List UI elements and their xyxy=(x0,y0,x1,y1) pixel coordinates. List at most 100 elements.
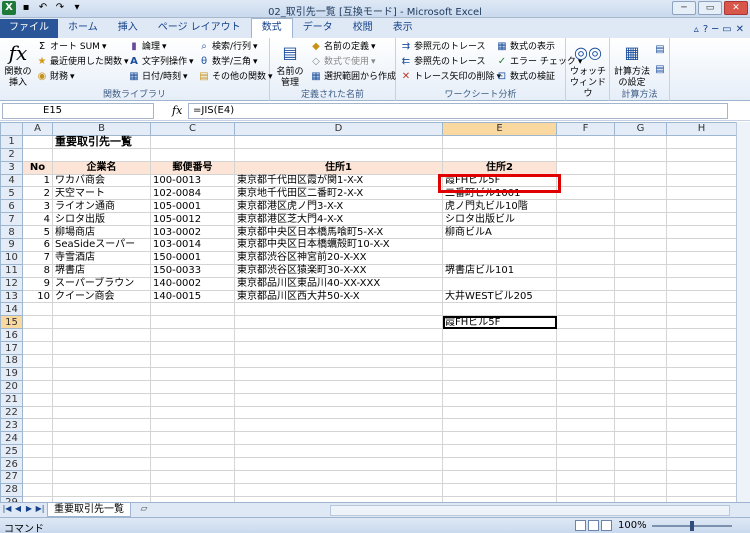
workbook-restore-icon[interactable]: ▭ xyxy=(722,24,731,35)
minimize-ribbon-icon[interactable]: ▵ xyxy=(694,24,699,35)
row-header[interactable]: 20 xyxy=(0,379,23,394)
cell[interactable] xyxy=(52,405,151,420)
cell[interactable]: 堺書店ビル101 xyxy=(442,263,557,278)
cell[interactable] xyxy=(442,328,557,343)
select-all-corner[interactable] xyxy=(0,122,23,136)
formula-input[interactable]: =JIS(E4) xyxy=(188,103,728,119)
row-header[interactable]: 15 xyxy=(0,315,23,330)
cell[interactable] xyxy=(666,134,737,149)
row-header[interactable]: 9 xyxy=(0,238,23,252)
row-header[interactable]: 23 xyxy=(0,418,23,433)
row-header[interactable]: 17 xyxy=(0,341,23,356)
cell[interactable] xyxy=(614,225,667,240)
next-sheet-icon[interactable]: ▶ xyxy=(24,504,34,513)
calc-options-button[interactable]: ▦ 計算方法 の設定 xyxy=(612,40,652,89)
row-header[interactable]: 16 xyxy=(0,328,23,343)
close-button[interactable]: ✕ xyxy=(724,1,748,15)
text-button[interactable]: A 文字列操作 ▾ xyxy=(128,56,193,68)
cell[interactable]: 住所1 xyxy=(234,160,443,175)
cell[interactable] xyxy=(666,392,737,407)
more-functions-button[interactable]: ▤ その他の関数 ▾ xyxy=(198,71,272,83)
cell[interactable] xyxy=(614,276,667,291)
tab-page-layout[interactable]: ページ レイアウト xyxy=(148,19,251,38)
insert-sheet-icon[interactable]: ▱ xyxy=(137,504,151,516)
page-layout-view-icon[interactable] xyxy=(588,520,599,531)
cell[interactable]: SeaSideスーパー xyxy=(52,238,151,252)
cell[interactable]: スーパーブラウン xyxy=(52,276,151,291)
math-button[interactable]: θ 数学/三角 ▾ xyxy=(198,56,258,68)
cell[interactable] xyxy=(614,418,667,433)
cell[interactable] xyxy=(556,263,615,278)
cell[interactable] xyxy=(556,328,615,343)
column-header[interactable]: G xyxy=(614,122,667,136)
cell[interactable] xyxy=(666,457,737,472)
cell[interactable] xyxy=(666,341,737,356)
cell[interactable] xyxy=(614,238,667,252)
cell[interactable] xyxy=(442,457,557,472)
cell[interactable] xyxy=(666,276,737,291)
cell[interactable] xyxy=(150,418,235,433)
row-header[interactable]: 7 xyxy=(0,212,23,227)
row-header[interactable]: 3 xyxy=(0,160,23,175)
row-header[interactable]: 13 xyxy=(0,289,23,304)
cell[interactable] xyxy=(614,134,667,149)
cell[interactable] xyxy=(442,431,557,446)
cell[interactable]: 140-0015 xyxy=(150,289,235,304)
cell[interactable]: 東京都渋谷区猿楽町30-X-XX xyxy=(234,263,443,278)
calc-now-button[interactable]: ▤ xyxy=(654,44,666,56)
cell[interactable] xyxy=(234,302,443,317)
cell[interactable] xyxy=(22,405,53,420)
workbook-close-icon[interactable]: ✕ xyxy=(736,24,744,35)
cell[interactable]: 天空マート xyxy=(52,186,151,201)
row-header[interactable]: 4 xyxy=(0,173,23,188)
cell[interactable] xyxy=(666,302,737,317)
cell[interactable]: 寺雪酒店 xyxy=(52,250,151,265)
cell[interactable] xyxy=(666,431,737,446)
prev-sheet-icon[interactable]: ◀ xyxy=(13,504,23,513)
cell[interactable]: 102-0084 xyxy=(150,186,235,201)
cell[interactable] xyxy=(556,289,615,304)
cell[interactable] xyxy=(234,444,443,459)
row-header[interactable]: 1 xyxy=(0,134,23,149)
cell[interactable] xyxy=(666,405,737,420)
remove-arrows-button[interactable]: ✕ トレース矢印の削除 ▾ xyxy=(400,71,501,83)
cell[interactable] xyxy=(614,250,667,265)
column-header[interactable]: E xyxy=(442,122,557,136)
cell[interactable] xyxy=(556,405,615,420)
cell[interactable] xyxy=(22,379,53,394)
tab-file[interactable]: ファイル xyxy=(0,19,58,38)
cell[interactable] xyxy=(52,418,151,433)
cell[interactable]: クイーン商会 xyxy=(52,289,151,304)
cell[interactable] xyxy=(666,225,737,240)
cell[interactable] xyxy=(22,302,53,317)
cell[interactable]: 重要取引先一覧 xyxy=(52,134,151,149)
normal-view-icon[interactable] xyxy=(575,520,586,531)
cell[interactable]: No xyxy=(22,160,53,175)
cell[interactable]: 150-0033 xyxy=(150,263,235,278)
cell[interactable] xyxy=(22,134,53,149)
cell[interactable] xyxy=(52,470,151,484)
cell[interactable] xyxy=(150,366,235,381)
cell[interactable]: 東京都中央区日本橋馬喰町5-X-X xyxy=(234,225,443,240)
calc-sheet-button[interactable]: ▤ xyxy=(654,64,666,76)
cell[interactable] xyxy=(614,392,667,407)
cell[interactable]: 10 xyxy=(22,289,53,304)
cell[interactable] xyxy=(150,147,235,162)
cell[interactable]: 103-0014 xyxy=(150,238,235,252)
cell[interactable] xyxy=(442,405,557,420)
cell[interactable] xyxy=(666,418,737,433)
cell[interactable] xyxy=(52,366,151,381)
cell[interactable] xyxy=(666,199,737,214)
cell[interactable]: 虎ノ門丸ビル10階 xyxy=(442,199,557,214)
cell[interactable] xyxy=(614,315,667,330)
cell[interactable] xyxy=(614,482,667,497)
cell[interactable] xyxy=(234,147,443,162)
cell[interactable] xyxy=(556,250,615,265)
datetime-button[interactable]: ▦ 日付/時刻 ▾ xyxy=(128,71,187,83)
vertical-scrollbar[interactable] xyxy=(736,122,750,502)
cell[interactable] xyxy=(666,147,737,162)
cell[interactable]: 5 xyxy=(22,225,53,240)
row-header[interactable]: 26 xyxy=(0,457,23,472)
cell[interactable] xyxy=(556,302,615,317)
cell[interactable]: 東京都中央区日本橋蠣殻町10-X-X xyxy=(234,238,443,252)
